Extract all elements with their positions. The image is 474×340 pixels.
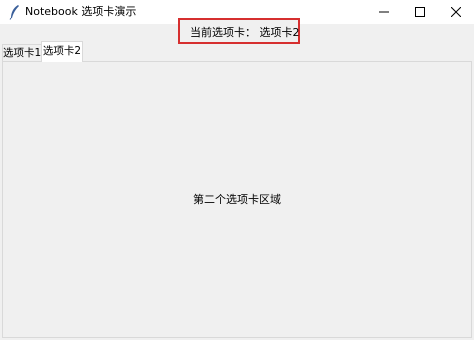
minimize-icon [379,11,389,13]
maximize-icon [415,7,425,17]
tab-2[interactable]: 选项卡2 [41,41,83,62]
app-window: Notebook 选项卡演示 当前选项卡： 选项卡2 选项卡1 选项卡2 第二个… [0,0,474,340]
feather-icon [8,4,22,20]
current-tab-status-box: 当前选项卡： 选项卡2 [178,18,300,44]
tab-content-label: 第二个选项卡区域 [193,193,281,206]
minimize-button[interactable] [366,0,402,24]
maximize-button[interactable] [402,0,438,24]
window-title: Notebook 选项卡演示 [25,5,137,18]
tab-1[interactable]: 选项卡1 [2,44,42,61]
close-icon [451,7,461,17]
close-button[interactable] [438,0,474,24]
tab-content-pane: 第二个选项卡区域 [2,61,472,338]
current-tab-label: 当前选项卡： 选项卡2 [190,26,300,39]
